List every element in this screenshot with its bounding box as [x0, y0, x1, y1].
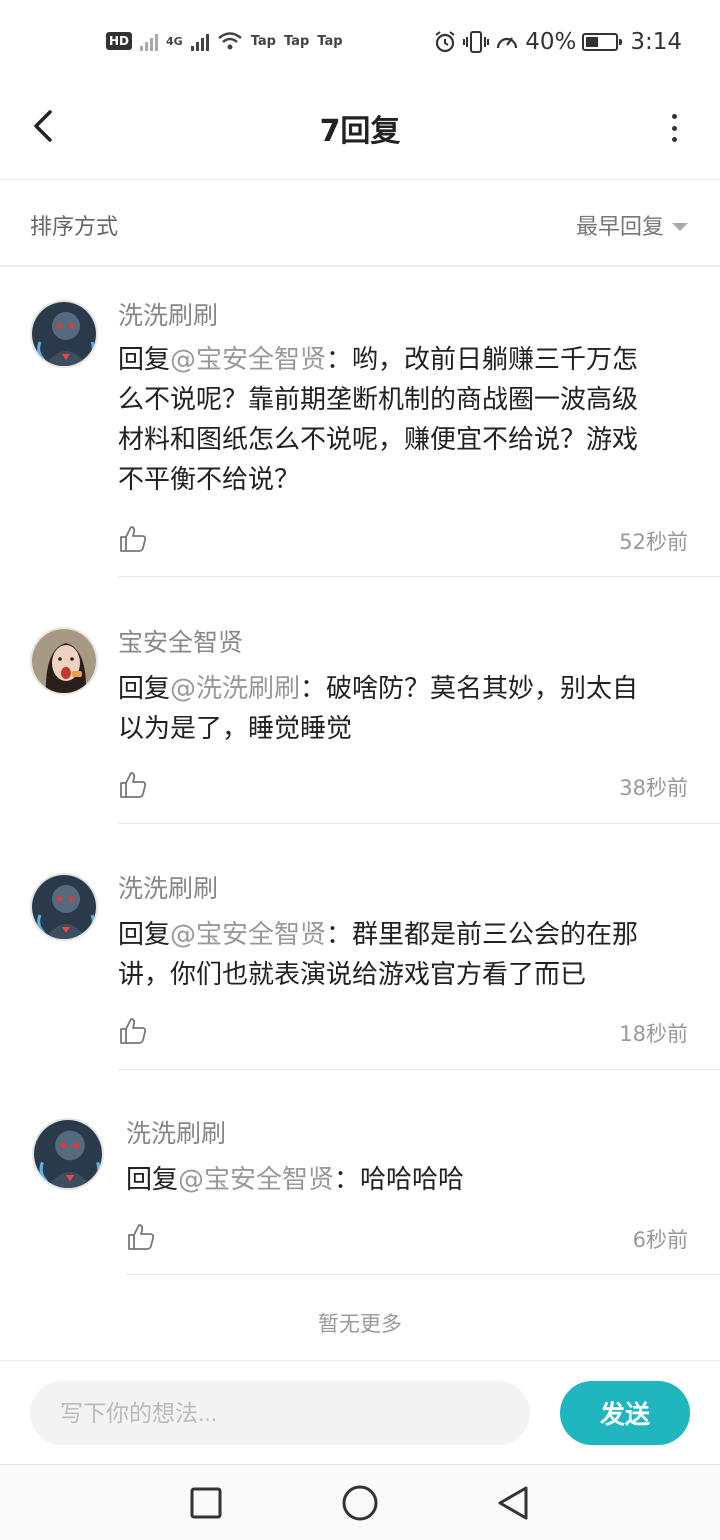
comment-text-start: 哈哈哈哈 — [360, 1165, 465, 1195]
avatar[interactable] — [30, 627, 98, 695]
reply-prefix: 回复 — [118, 920, 171, 950]
sort-dropdown[interactable]: 最早回复 — [576, 209, 688, 241]
signal-icon — [140, 31, 159, 51]
mention-link[interactable]: @宝安全智贤 — [178, 1165, 334, 1195]
separator: ： — [326, 345, 353, 375]
separator: ： — [300, 674, 327, 704]
username[interactable]: 洗洗刷刷 — [118, 296, 218, 332]
mention-link[interactable]: @洗洗刷刷 — [170, 674, 300, 704]
vibrate-icon — [463, 31, 490, 53]
mention-link[interactable]: @宝安全智贤 — [170, 920, 326, 950]
status-bar: HD 4G Tap Tap Tap 40% 3:14 — [0, 0, 720, 84]
tap-label-1: Tap — [250, 33, 276, 49]
comment-item: 洗洗刷刷 回复@宝安全智贤：哈哈哈哈 6秒前 — [0, 1110, 720, 1278]
clock: 3:14 — [630, 29, 682, 55]
comment-item: 宝安全智贤 回复@洗洗刷刷：破啥防？莫名其妙，别太自 以为是了，睡觉睡觉 38秒… — [0, 617, 720, 825]
comment-time: 18秒前 — [619, 1022, 688, 1046]
system-nav-bar — [0, 1464, 720, 1540]
page-title: 7回复 — [319, 114, 401, 149]
robot-avatar-icon — [32, 875, 96, 939]
back-triangle-icon[interactable] — [494, 1483, 534, 1523]
sort-label: 排序方式 — [30, 215, 119, 240]
comment-line: 么不说呢？靠前期垄断机制的商战圈一波高级 — [118, 385, 639, 415]
wifi-icon — [217, 32, 242, 50]
recents-square-icon[interactable] — [186, 1483, 226, 1523]
alarm-icon — [435, 31, 455, 53]
comment-time: 38秒前 — [619, 776, 688, 800]
hd-badge: HD — [106, 32, 133, 50]
comment-text: 回复@宝安全智贤：群里都是前三公会的在那 讲，你们也就表演说给游戏官方看了而已 — [118, 915, 688, 995]
home-circle-icon[interactable] — [340, 1483, 380, 1523]
comment-time: 6秒前 — [632, 1228, 688, 1252]
robot-avatar-icon — [32, 302, 96, 366]
signal-icon-2 — [190, 31, 209, 51]
more-options-icon[interactable] — [668, 108, 680, 148]
avatar[interactable] — [30, 300, 98, 368]
comment-line: 回复@宝安全智贤：哈哈哈哈 — [126, 1160, 686, 1200]
girl-avatar-icon — [32, 629, 96, 693]
reply-input-bar: 发送 — [0, 1360, 720, 1464]
mention-link[interactable]: @宝安全智贤 — [170, 345, 326, 375]
reply-input[interactable] — [30, 1381, 530, 1445]
battery-icon — [582, 33, 623, 51]
comment-line: 回复@宝安全智贤：哟，改前日躺赚三千万怎 — [118, 340, 688, 380]
comment-item: 洗洗刷刷 回复@宝安全智贤：群里都是前三公会的在那 讲，你们也就表演说给游戏官方… — [0, 863, 720, 1071]
reply-prefix: 回复 — [118, 345, 171, 375]
comment-item: 洗洗刷刷 回复@宝安全智贤：哟，改前日躺赚三千万怎 么不说呢？靠前期垄断机制的商… — [0, 290, 720, 578]
avatar[interactable] — [32, 1118, 104, 1190]
comment-line: 讲，你们也就表演说给游戏官方看了而已 — [118, 960, 587, 990]
comment-line: 回复@洗洗刷刷：破啥防？莫名其妙，别太自 — [118, 669, 688, 709]
comment-text: 回复@宝安全智贤：哟，改前日躺赚三千万怎 么不说呢？靠前期垄断机制的商战圈一波高… — [118, 340, 688, 500]
divider — [118, 1069, 720, 1070]
robot-avatar-icon — [34, 1120, 102, 1188]
like-thumb-icon[interactable] — [126, 1222, 156, 1252]
divider — [126, 1274, 720, 1275]
comment-text: 回复@宝安全智贤：哈哈哈哈 — [126, 1160, 686, 1200]
send-button[interactable]: 发送 — [560, 1381, 690, 1445]
status-right-icons: 40% 3:14 — [433, 28, 682, 56]
like-thumb-icon[interactable] — [118, 524, 148, 554]
comment-line: 材料和图纸怎么不说呢，赚便宜不给说？游戏 — [118, 425, 639, 455]
top-bar: 7回复 — [0, 84, 720, 180]
like-thumb-icon[interactable] — [118, 770, 148, 800]
comment-line: 以为是了，睡觉睡觉 — [118, 714, 353, 744]
status-left-icons: HD 4G Tap Tap Tap — [106, 28, 343, 54]
username[interactable]: 洗洗刷刷 — [118, 869, 218, 905]
comment-text-start: 哟，改前日躺赚三千万怎 — [352, 345, 639, 375]
battery-percent: 40% — [525, 29, 577, 55]
tap-label-3: Tap — [317, 33, 343, 49]
comment-time: 52秒前 — [619, 530, 688, 554]
username[interactable]: 宝安全智贤 — [118, 623, 243, 659]
like-thumb-icon[interactable] — [118, 1016, 148, 1046]
separator: ： — [334, 1165, 361, 1195]
divider — [118, 823, 720, 824]
speed-icon — [497, 37, 518, 49]
comment-text-start: 破啥防？莫名其妙，别太自 — [326, 674, 639, 704]
tap-label-2: Tap — [283, 33, 310, 49]
comment-text: 回复@洗洗刷刷：破啥防？莫名其妙，别太自 以为是了，睡觉睡觉 — [118, 669, 688, 749]
sort-value: 最早回复 — [575, 215, 664, 240]
comment-text-start: 群里都是前三公会的在那 — [352, 920, 639, 950]
separator: ： — [326, 920, 353, 950]
username[interactable]: 洗洗刷刷 — [126, 1114, 226, 1150]
sort-row: 排序方式 最早回复 — [0, 181, 720, 267]
reply-prefix: 回复 — [126, 1165, 179, 1195]
comment-line: 不平衡不给说？ — [118, 465, 301, 495]
no-more-note: 暂无更多 — [318, 1312, 402, 1336]
avatar[interactable] — [30, 873, 98, 941]
network-type: 4G — [166, 34, 183, 48]
comment-line: 回复@宝安全智贤：群里都是前三公会的在那 — [118, 915, 688, 955]
reply-prefix: 回复 — [118, 674, 171, 704]
divider — [118, 576, 720, 577]
caret-down-icon — [672, 222, 688, 231]
